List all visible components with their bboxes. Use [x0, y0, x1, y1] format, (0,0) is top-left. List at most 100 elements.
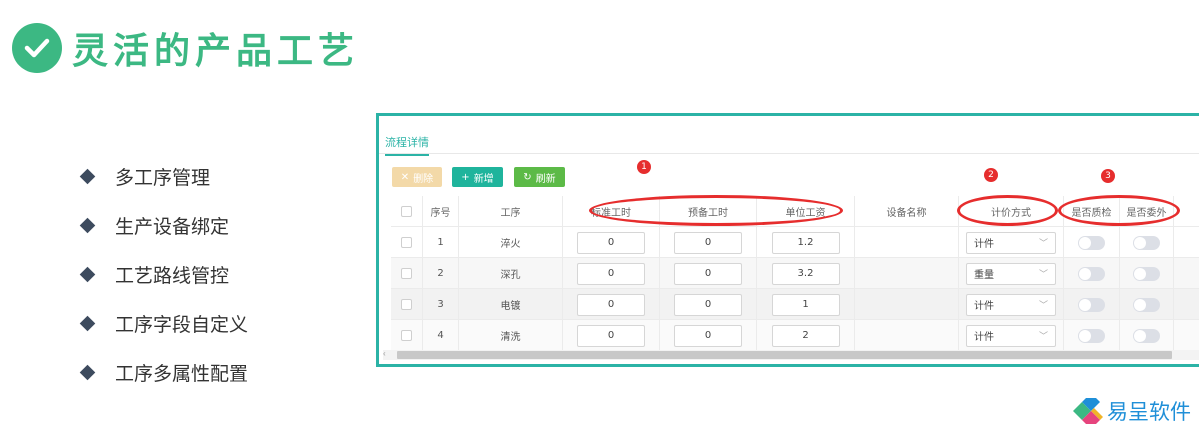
unit-wage-input[interactable]: 3.2 [771, 262, 840, 285]
annotation-badge-3: 3 [1101, 169, 1115, 183]
std-time-cell: 0 [563, 227, 660, 258]
prep-time-input[interactable]: 0 [674, 324, 742, 347]
chevron-down-icon: ﹀ [1038, 239, 1048, 249]
delete-button[interactable]: ✕ 删除 [392, 167, 442, 187]
pricing-select[interactable]: 计件 ﹀ [966, 324, 1056, 347]
equipment-cell [855, 227, 959, 258]
prep-time-cell: 0 [660, 227, 757, 258]
feature-label: 生产设备绑定 [115, 216, 230, 238]
equipment-cell [855, 289, 959, 320]
row-checkbox[interactable] [401, 330, 412, 341]
add-label: 新增 [473, 173, 494, 185]
tab-bar: 流程详情 [379, 116, 1199, 156]
tab-process-detail[interactable]: 流程详情 [385, 134, 429, 156]
feature-label: 工序字段自定义 [115, 314, 249, 336]
feature-list: 多工序管理 生产设备绑定 工艺路线管控 工序字段自定义 工序多属性配置 [78, 152, 248, 397]
table-row: 4 清洗 0 0 2 计件 ﹀ [391, 320, 1199, 351]
outsource-toggle[interactable] [1133, 328, 1160, 343]
unit-wage-input[interactable]: 1 [771, 293, 840, 316]
annotation-ellipse-1 [589, 195, 843, 226]
feature-label: 多工序管理 [115, 167, 211, 189]
outsource-cell [1120, 289, 1174, 320]
quality-check-cell [1064, 289, 1120, 320]
prep-time-input[interactable]: 0 [674, 293, 742, 316]
row-checkbox-cell [391, 289, 423, 320]
pricing-select[interactable]: 重量 ﹀ [966, 262, 1056, 285]
pricing-cell: 计件 ﹀ [959, 289, 1064, 320]
equipment-cell [855, 258, 959, 289]
prep-time-cell: 0 [660, 289, 757, 320]
plus-icon: + [461, 171, 470, 183]
row-checkbox-cell [391, 258, 423, 289]
unit-wage-cell: 1 [757, 289, 855, 320]
diamond-bullet-icon [79, 266, 96, 283]
empty-cell [1174, 289, 1199, 320]
add-button[interactable]: + 新增 [452, 167, 503, 187]
outsource-cell [1120, 227, 1174, 258]
quality-check-toggle[interactable] [1078, 266, 1105, 281]
std-time-input[interactable]: 0 [577, 231, 645, 254]
column-header: 序号 [423, 196, 459, 227]
outsource-toggle[interactable] [1133, 297, 1160, 312]
seq-cell: 3 [423, 289, 459, 320]
scrollbar-thumb[interactable] [397, 351, 1172, 359]
unit-wage-cell: 1.2 [757, 227, 855, 258]
diamond-bullet-icon [79, 168, 96, 185]
feature-item: 多工序管理 [78, 152, 248, 201]
std-time-cell: 0 [563, 320, 660, 351]
prep-time-cell: 0 [660, 258, 757, 289]
company-logo: 易呈软件 [1073, 396, 1191, 426]
seq-cell: 1 [423, 227, 459, 258]
std-time-input[interactable]: 0 [577, 324, 645, 347]
quality-check-toggle[interactable] [1078, 235, 1105, 250]
horizontal-scrollbar[interactable]: ‹ [383, 349, 1199, 360]
row-checkbox[interactable] [401, 237, 412, 248]
prep-time-input[interactable]: 0 [674, 231, 742, 254]
process-cell: 电镀 [459, 289, 563, 320]
row-checkbox[interactable] [401, 299, 412, 310]
pricing-select[interactable]: 计件 ﹀ [966, 293, 1056, 316]
std-time-cell: 0 [563, 258, 660, 289]
process-cell: 深孔 [459, 258, 563, 289]
outsource-toggle[interactable] [1133, 235, 1160, 250]
pricing-select[interactable]: 计件 ﹀ [966, 231, 1056, 254]
diamond-bullet-icon [79, 217, 96, 234]
seq-cell: 2 [423, 258, 459, 289]
unit-wage-input[interactable]: 1.2 [771, 231, 840, 254]
chevron-down-icon: ﹀ [1038, 270, 1048, 280]
unit-wage-input[interactable]: 2 [771, 324, 840, 347]
table-row: 2 深孔 0 0 3.2 重量 ﹀ [391, 258, 1199, 289]
select-all-checkbox[interactable] [401, 206, 412, 217]
prep-time-input[interactable]: 0 [674, 262, 742, 285]
process-cell: 淬火 [459, 227, 563, 258]
pricing-cell: 计件 ﹀ [959, 227, 1064, 258]
row-checkbox[interactable] [401, 268, 412, 279]
feature-item: 工艺路线管控 [78, 250, 248, 299]
quality-check-cell [1064, 320, 1120, 351]
seq-cell: 4 [423, 320, 459, 351]
logo-diamond-icon [1073, 398, 1103, 424]
chevron-left-icon[interactable]: ‹ [383, 349, 386, 358]
column-header: 设备名称 [855, 196, 959, 227]
pricing-value: 计件 [974, 332, 994, 343]
chevron-down-icon: ﹀ [1038, 301, 1048, 311]
std-time-input[interactable]: 0 [577, 293, 645, 316]
std-time-input[interactable]: 0 [577, 262, 645, 285]
quality-check-cell [1064, 258, 1120, 289]
process-detail-panel: 流程详情 ✕ 删除 + 新增 ↻ 刷新 序号 工序 标准工时 预备工时 单位工资 设备… [376, 113, 1199, 367]
refresh-label: 刷新 [535, 173, 556, 185]
annotation-badge-2: 2 [984, 168, 998, 182]
std-time-cell: 0 [563, 289, 660, 320]
close-icon: ✕ [400, 171, 410, 183]
feature-item: 生产设备绑定 [78, 201, 248, 250]
page-header: 灵活的产品工艺 [12, 22, 359, 74]
header-checkbox-cell [391, 196, 423, 227]
outsource-cell [1120, 320, 1174, 351]
pricing-value: 重量 [974, 270, 994, 281]
annotation-badge-1: 1 [637, 160, 651, 174]
refresh-button[interactable]: ↻ 刷新 [514, 167, 565, 187]
outsource-toggle[interactable] [1133, 266, 1160, 281]
unit-wage-cell: 2 [757, 320, 855, 351]
quality-check-toggle[interactable] [1078, 297, 1105, 312]
quality-check-toggle[interactable] [1078, 328, 1105, 343]
